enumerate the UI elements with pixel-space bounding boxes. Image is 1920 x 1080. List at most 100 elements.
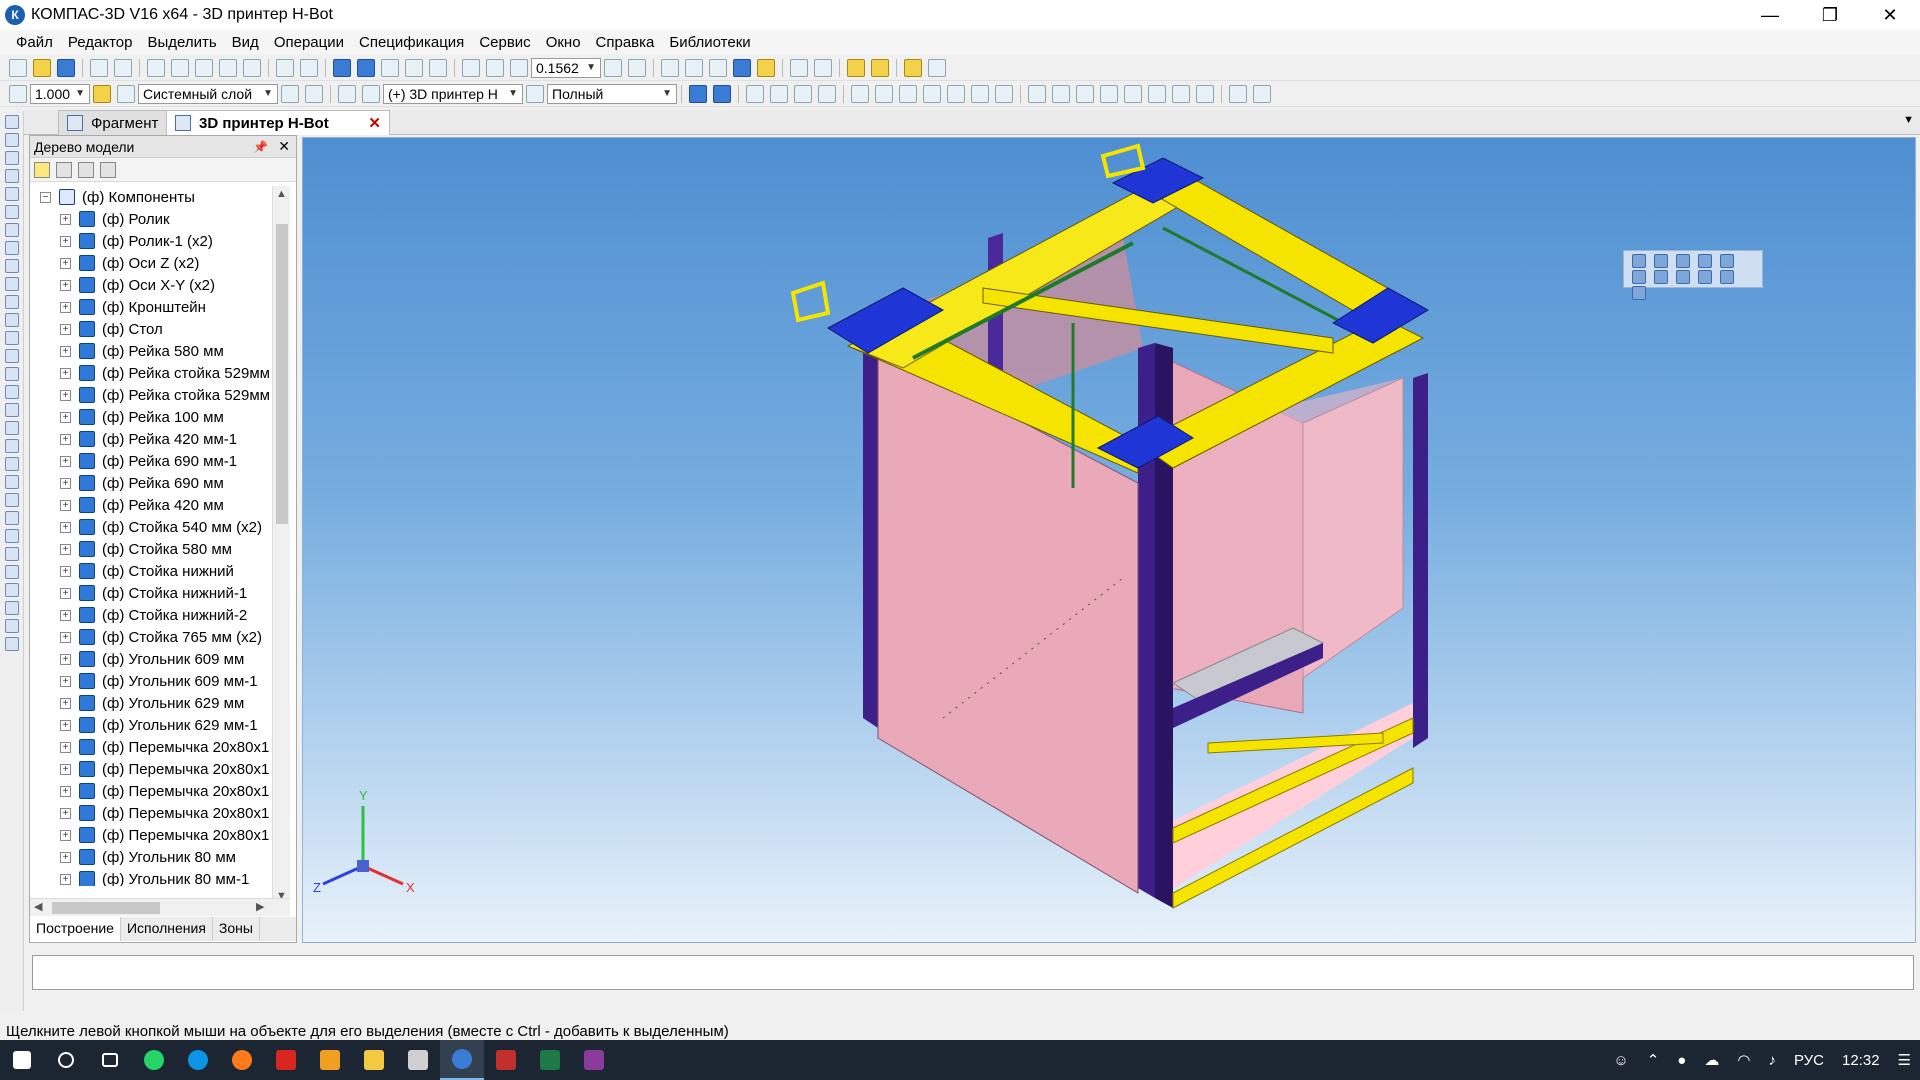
3d-viewport[interactable]: Y X Z: [302, 137, 1916, 943]
tree-item[interactable]: + (ф) Перемычка 20x80x1: [30, 780, 271, 802]
context-icon[interactable]: [362, 84, 380, 103]
tool-8-icon[interactable]: [5, 241, 19, 255]
measure-icon[interactable]: [928, 58, 946, 77]
tree-item[interactable]: + (ф) Перемычка 20x80x1: [30, 824, 271, 846]
tool-6-icon[interactable]: [5, 205, 19, 219]
tool-9-icon[interactable]: [5, 259, 19, 273]
menu-operations[interactable]: Операции: [274, 34, 344, 51]
tree-item[interactable]: + (ф) Стойка 580 мм: [30, 538, 271, 560]
tree-item[interactable]: + (ф) Стойка 765 мм (x2): [30, 626, 271, 648]
pdf-icon[interactable]: [484, 1040, 528, 1080]
expand-icon[interactable]: +: [60, 763, 71, 775]
tool-7-icon[interactable]: [5, 223, 19, 237]
view-icon-9[interactable]: [1698, 270, 1712, 284]
expand-icon[interactable]: +: [60, 521, 71, 533]
tree-item[interactable]: + (ф) Угольник 80 мм: [30, 846, 271, 868]
expand-icon[interactable]: +: [60, 697, 71, 709]
menu-select[interactable]: Выделить: [147, 34, 216, 51]
expand-icon[interactable]: +: [60, 279, 71, 291]
expand-icon[interactable]: +: [60, 741, 71, 753]
view-icon-2[interactable]: [1654, 254, 1668, 268]
menu-view[interactable]: Вид: [232, 34, 259, 51]
expand-icon[interactable]: +: [60, 675, 71, 687]
tool-29-icon[interactable]: [5, 619, 19, 633]
tree-item[interactable]: + (ф) Угольник 629 мм: [30, 692, 271, 714]
tool-4-icon[interactable]: [5, 169, 19, 183]
zoom-in-icon[interactable]: [462, 58, 480, 77]
tree-item[interactable]: + (ф) Рейка 690 мм: [30, 472, 271, 494]
tool-22-icon[interactable]: [5, 493, 19, 507]
tree-item[interactable]: + (ф) Рейка стойка 529мм: [30, 384, 271, 406]
expand-icon[interactable]: +: [60, 609, 71, 621]
tool-5-icon[interactable]: [5, 187, 19, 201]
rebuild-icon[interactable]: [405, 58, 423, 77]
shaded-edges-icon[interactable]: [757, 58, 775, 77]
annotation-icon[interactable]: [1229, 84, 1247, 103]
edit-in-place-icon[interactable]: [338, 84, 356, 103]
dimension2-icon[interactable]: [1052, 84, 1070, 103]
close-button[interactable]: ✕: [1860, 0, 1920, 30]
help-icon[interactable]: [429, 58, 447, 77]
calculator-icon[interactable]: [396, 1040, 440, 1080]
tree-item[interactable]: + (ф) Рейка 420 мм: [30, 494, 271, 516]
clock[interactable]: 12:32: [1842, 1052, 1880, 1069]
menu-file[interactable]: Файл: [16, 34, 53, 51]
dimension8-icon[interactable]: [1196, 84, 1214, 103]
pin-icon[interactable]: 📌: [253, 140, 268, 154]
tray-app-icon[interactable]: ●: [1677, 1052, 1686, 1069]
view-icon-11[interactable]: [1632, 286, 1646, 300]
dimension7-icon[interactable]: [1172, 84, 1190, 103]
tree-item[interactable]: + (ф) Рейка 580 мм: [30, 340, 271, 362]
menu-window[interactable]: Окно: [546, 34, 581, 51]
view-orient-icon[interactable]: [661, 58, 679, 77]
print-icon[interactable]: [90, 58, 108, 77]
view-icon-8[interactable]: [1676, 270, 1690, 284]
restore-button[interactable]: ❐: [1800, 0, 1860, 30]
hscroll-thumb[interactable]: [52, 902, 160, 914]
tool-20-icon[interactable]: [5, 457, 19, 471]
menu-libraries[interactable]: Библиотеки: [669, 34, 750, 51]
material-icon[interactable]: [713, 84, 731, 103]
tab-list-chevron-icon[interactable]: ▼: [1903, 114, 1914, 126]
segment2-icon[interactable]: [899, 84, 917, 103]
expand-icon[interactable]: +: [60, 323, 71, 335]
segment4-icon[interactable]: [947, 84, 965, 103]
tree-item[interactable]: + (ф) Стойка нижний: [30, 560, 271, 582]
tool-12-icon[interactable]: [5, 313, 19, 327]
notifications-icon[interactable]: ☰: [1898, 1051, 1911, 1069]
tree-structure-icon[interactable]: [34, 161, 50, 178]
menu-editor[interactable]: Редактор: [68, 34, 133, 51]
context-field[interactable]: (+) 3D принтер Н ▼: [383, 83, 523, 104]
lighting-icon[interactable]: [904, 58, 922, 77]
pan-icon[interactable]: [628, 58, 646, 77]
variables-icon[interactable]: [381, 58, 399, 77]
tool-16-icon[interactable]: [5, 385, 19, 399]
tree-item[interactable]: + (ф) Рейка стойка 529мм: [30, 362, 271, 384]
view-icon-10[interactable]: [1720, 270, 1734, 284]
rotate-icon[interactable]: [604, 58, 622, 77]
winrar-icon[interactable]: [572, 1040, 616, 1080]
expand-icon[interactable]: +: [60, 345, 71, 357]
new-file-icon[interactable]: [9, 58, 27, 77]
menu-specification[interactable]: Спецификация: [359, 34, 464, 51]
tool-1-icon[interactable]: [5, 115, 19, 129]
scroll-left-icon[interactable]: ◀: [34, 900, 42, 913]
volume-icon[interactable]: ♪: [1768, 1052, 1776, 1069]
tree-item[interactable]: + (ф) Угольник 629 мм-1: [30, 714, 271, 736]
tree-item[interactable]: + (ф) Кронштейн: [30, 296, 271, 318]
whatsapp-icon[interactable]: [132, 1040, 176, 1080]
expand-icon[interactable]: +: [60, 257, 71, 269]
tool-2-icon[interactable]: [5, 133, 19, 147]
tree-filter-icon[interactable]: [78, 161, 94, 178]
tab-3d-printer[interactable]: 3D принтер H-Bot ✕: [166, 110, 390, 135]
dimension4-icon[interactable]: [1100, 84, 1118, 103]
annotation2-icon[interactable]: [1253, 84, 1271, 103]
expand-icon[interactable]: +: [60, 631, 71, 643]
tool-21-icon[interactable]: [5, 475, 19, 489]
tab-construction[interactable]: Построение: [30, 917, 121, 941]
view-icon-3[interactable]: [1676, 254, 1690, 268]
tool-26-icon[interactable]: [5, 565, 19, 579]
tree-item[interactable]: + (ф) Стол: [30, 318, 271, 340]
tool-23-icon[interactable]: [5, 511, 19, 525]
perspective-icon[interactable]: [871, 58, 889, 77]
